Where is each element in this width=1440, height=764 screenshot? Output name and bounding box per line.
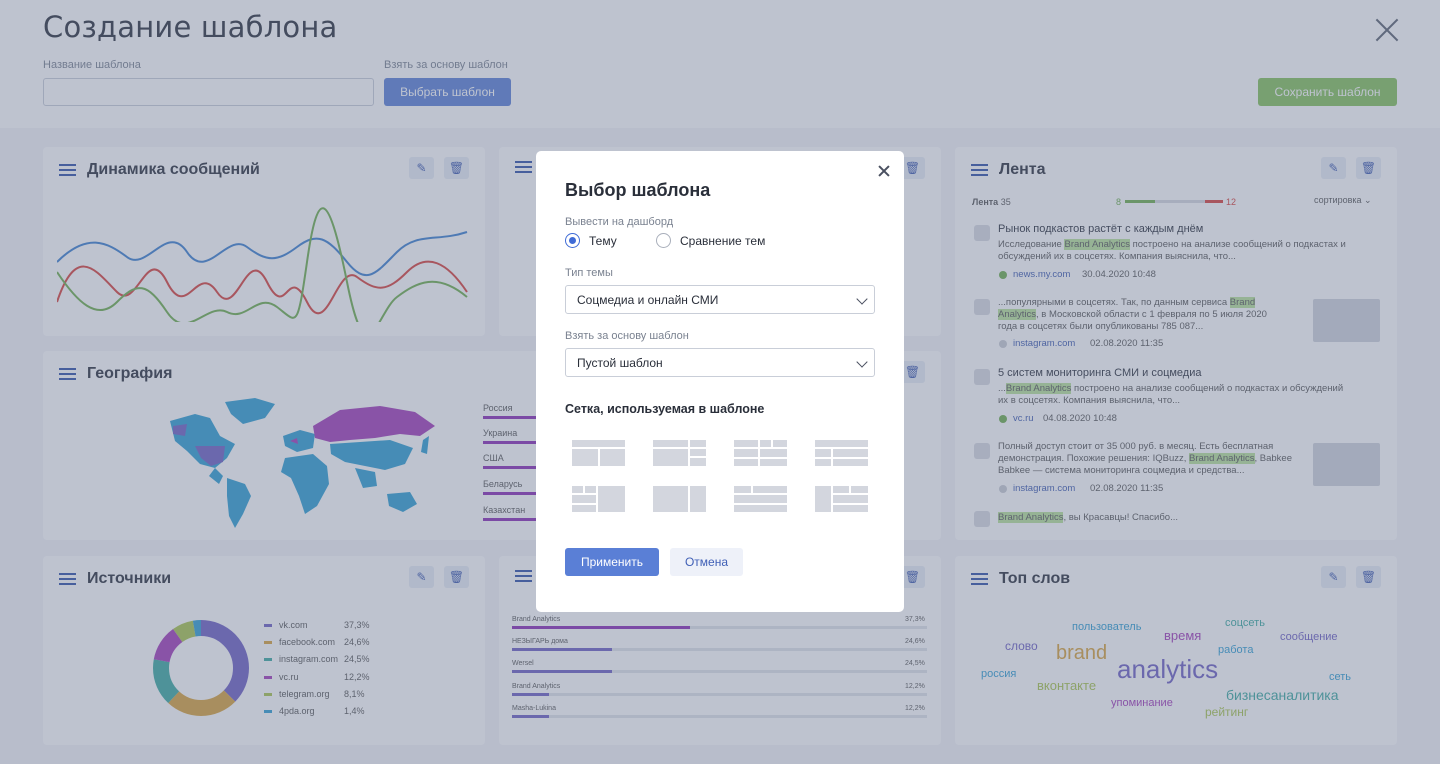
grid-layout-option-6[interactable] bbox=[653, 486, 706, 512]
grid-layout-option-3[interactable] bbox=[734, 440, 787, 466]
cancel-button[interactable]: Отмена bbox=[670, 548, 743, 576]
chevron-down-icon bbox=[856, 293, 868, 305]
grid-layout-option-8[interactable] bbox=[815, 486, 868, 512]
chevron-down-icon bbox=[856, 356, 868, 368]
close-icon[interactable] bbox=[878, 165, 890, 177]
topic-type-select[interactable]: Соцмедиа и онлайн СМИ bbox=[565, 285, 875, 314]
template-select-modal: Выбор шаблона Вывести на дашборд Тему Ср… bbox=[536, 151, 904, 612]
grid-layout-option-7[interactable] bbox=[734, 486, 787, 512]
apply-button[interactable]: Применить bbox=[565, 548, 659, 576]
radio-selected-icon bbox=[565, 233, 580, 248]
topic-type-label: Тип темы bbox=[565, 267, 613, 279]
radio-topic[interactable]: Тему bbox=[565, 233, 617, 248]
base-template-select[interactable]: Пустой шаблон bbox=[565, 348, 875, 377]
grid-layout-option-1[interactable] bbox=[572, 440, 625, 466]
grid-layout-option-5[interactable] bbox=[572, 486, 625, 512]
grid-section-title: Сетка, используемая в шаблоне bbox=[565, 402, 765, 416]
radio-compare-topics[interactable]: Сравнение тем bbox=[656, 233, 765, 248]
output-label: Вывести на дашборд bbox=[565, 216, 674, 228]
radio-empty-icon bbox=[656, 233, 671, 248]
grid-layout-option-4[interactable] bbox=[815, 440, 868, 466]
base-template-label: Взять за основу шаблон bbox=[565, 330, 689, 342]
grid-layout-option-2[interactable] bbox=[653, 440, 706, 466]
modal-title: Выбор шаблона bbox=[565, 180, 711, 200]
